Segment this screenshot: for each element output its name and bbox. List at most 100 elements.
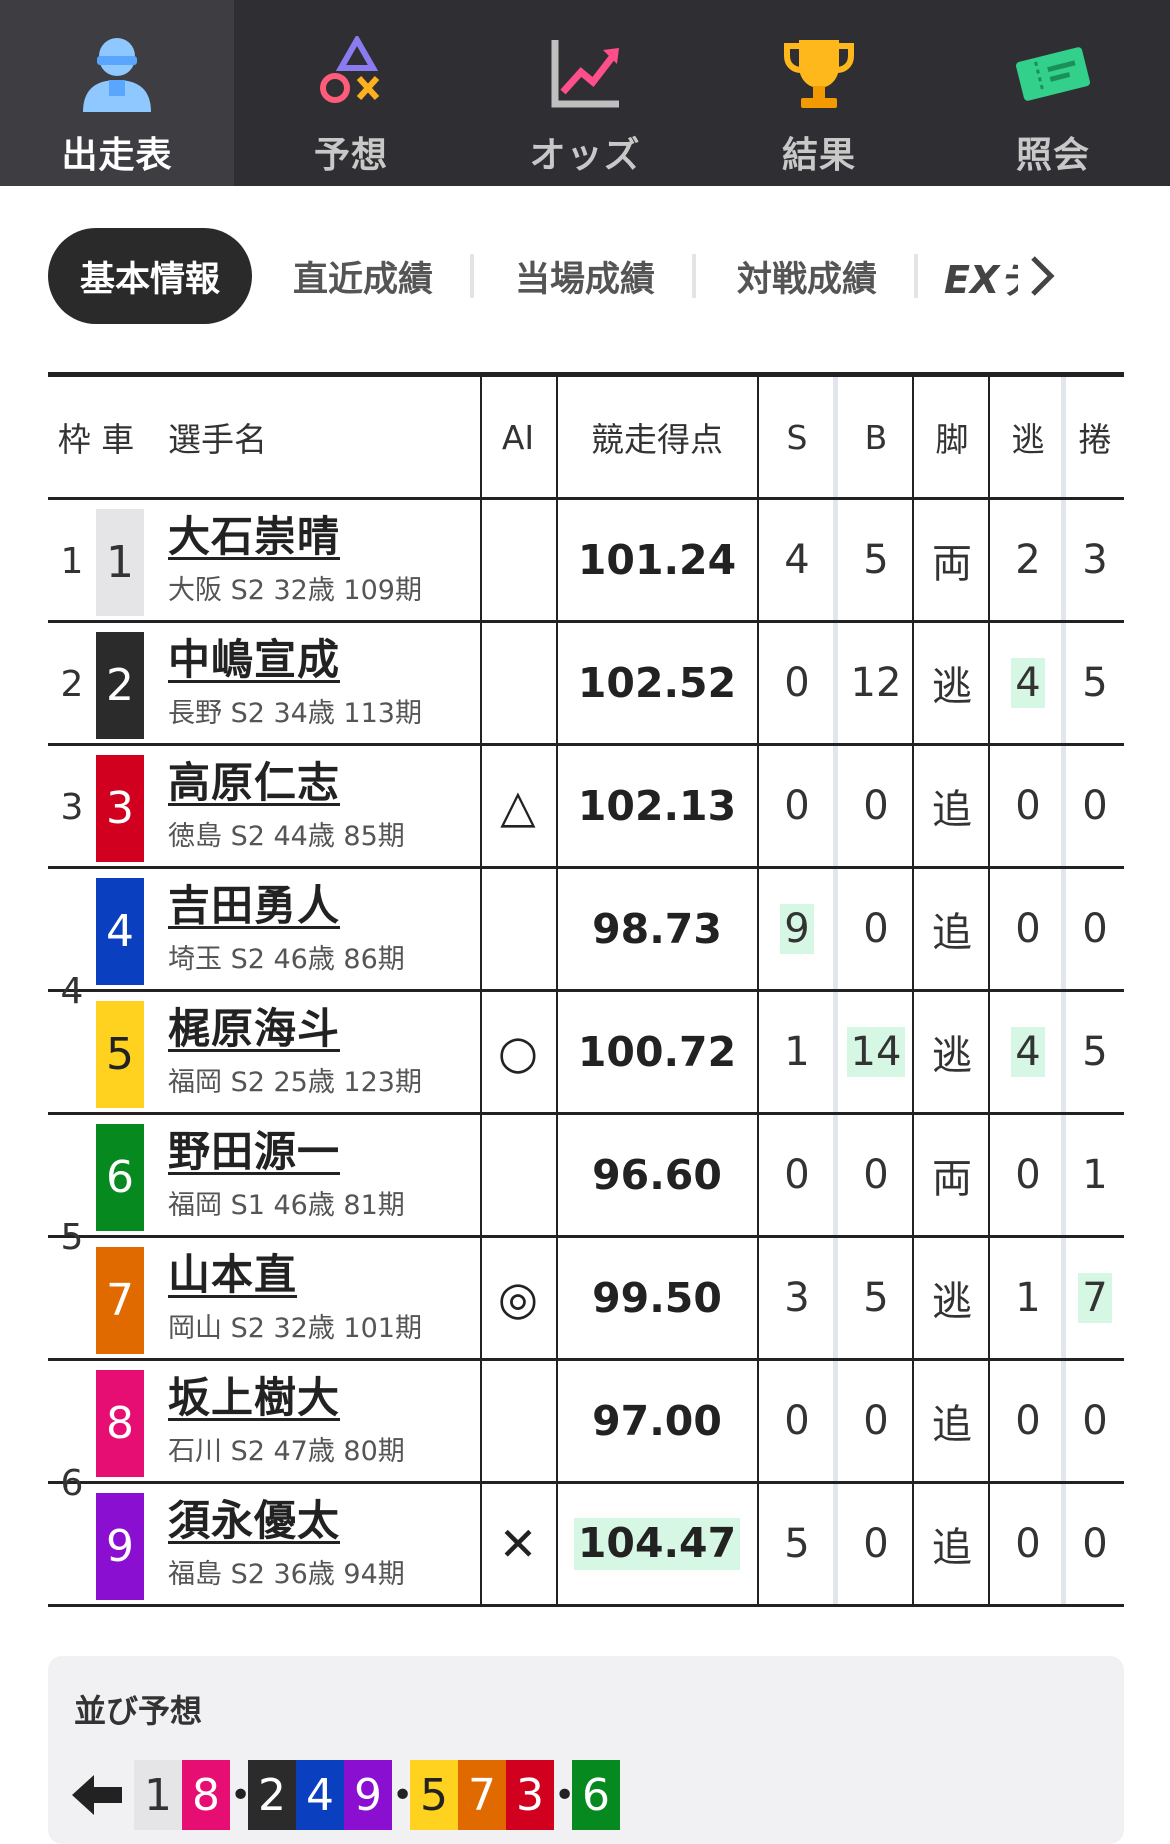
player-name-link[interactable]: 梶原海斗 — [168, 1005, 422, 1054]
ai-mark-cell: △ — [481, 746, 555, 866]
car-number-badge: 9 — [96, 1493, 144, 1600]
b-count: 0 — [863, 783, 889, 829]
nav-tab-shussohyo[interactable]: 出走表 — [0, 0, 234, 186]
s-count: 0 — [784, 1152, 810, 1198]
player-name-link[interactable]: 野田源一 — [168, 1128, 405, 1177]
tab-kihon-joho[interactable]: 基本情報 — [48, 228, 252, 324]
s-count-cell: 3 — [759, 1238, 835, 1358]
b-count-cell: 0 — [838, 1115, 914, 1235]
tab-toba-seiseki[interactable]: 当場成績 — [474, 228, 696, 324]
kyaku-type-cell: 追 — [914, 1484, 990, 1604]
nige-count-cell: 0 — [990, 869, 1066, 989]
kyaku-type-cell: 両 — [914, 1115, 990, 1235]
car-number-badge: 2 — [96, 632, 144, 739]
makuri-count-cell: 0 — [1066, 746, 1124, 866]
narabi-car-badge: 7 — [458, 1760, 506, 1830]
kyaku-type-cell: 両 — [914, 500, 990, 620]
kyaku-type: 追 — [932, 787, 972, 833]
kyaku-type: 両 — [932, 541, 972, 587]
player-cell: 野田源一 福岡 S1 46歳 81期 — [168, 1115, 405, 1235]
group-separator: • — [230, 1774, 252, 1816]
score-value-cell: 98.73 — [557, 869, 757, 989]
ticket-icon — [1013, 36, 1093, 112]
player-name-link[interactable]: 山本直 — [168, 1251, 422, 1300]
ai-mark-cell — [481, 869, 555, 989]
chevron-right-icon[interactable] — [1022, 228, 1062, 324]
makuri-count: 0 — [1082, 906, 1108, 952]
car-number-badge: 6 — [96, 1124, 144, 1231]
nav-tab-odds[interactable]: オッズ — [468, 0, 702, 186]
nige-count: 0 — [1015, 1521, 1041, 1567]
ai-mark-cell: ✕ — [481, 1484, 555, 1604]
nige-count-cell: 2 — [990, 500, 1066, 620]
player-name-link[interactable]: 高原仁志 — [168, 759, 405, 808]
score-value-cell: 101.24 — [557, 500, 757, 620]
player-cell: 山本直 岡山 S2 32歳 101期 — [168, 1238, 422, 1358]
makuri-count: 7 — [1078, 1273, 1112, 1323]
player-info: 岡山 S2 32歳 101期 — [168, 1312, 422, 1344]
s-count-cell: 4 — [759, 500, 835, 620]
tab-chokkin-seiseki[interactable]: 直近成績 — [252, 228, 474, 324]
player-name-link[interactable]: 大石崇晴 — [168, 513, 422, 562]
b-count-cell: 0 — [838, 1361, 914, 1481]
ai-mark: ✕ — [498, 1517, 538, 1571]
b-count-cell: 12 — [838, 623, 914, 743]
player-info: 福島 S2 36歳 94期 — [168, 1558, 405, 1590]
makuri-count-cell: 7 — [1066, 1238, 1124, 1358]
nige-count-cell: 0 — [990, 1361, 1066, 1481]
ai-mark-cell — [481, 1361, 555, 1481]
nige-count-cell: 1 — [990, 1238, 1066, 1358]
nige-count-cell: 4 — [990, 992, 1066, 1112]
chart-up-icon — [545, 36, 625, 112]
player-cell: 高原仁志 徳島 S2 44歳 85期 — [168, 746, 405, 866]
ai-mark-cell: ○ — [481, 992, 555, 1112]
waku-number: 6 — [60, 1463, 84, 1504]
makuri-count-cell: 0 — [1066, 1484, 1124, 1604]
waku-number: 4 — [60, 971, 84, 1012]
nav-tab-label: 照会 — [1015, 135, 1090, 176]
score-value-cell: 102.52 — [557, 623, 757, 743]
player-cell: 梶原海斗 福岡 S2 25歳 123期 — [168, 992, 422, 1112]
car-number-badge: 8 — [96, 1370, 144, 1477]
narabi-car-badge: 3 — [506, 1760, 554, 1830]
tab-ex-data[interactable]: EXデ — [918, 228, 1022, 324]
s-count: 0 — [784, 1398, 810, 1444]
score-value: 102.13 — [577, 782, 737, 830]
nav-tab-kekka[interactable]: 結果 — [702, 0, 936, 186]
nav-tab-yoso[interactable]: 予想 — [234, 0, 468, 186]
player-name-link[interactable]: 坂上樹大 — [168, 1374, 405, 1423]
player-info: 大阪 S2 32歳 109期 — [168, 574, 422, 606]
top-nav: 出走表 予想 オッズ 結果 照会 — [0, 0, 1170, 186]
header-nige: 逃 — [1011, 420, 1045, 459]
kyaku-type-cell: 追 — [914, 746, 990, 866]
b-count: 0 — [863, 1152, 889, 1198]
nige-count-cell: 0 — [990, 1484, 1066, 1604]
kyaku-type: 追 — [932, 1402, 972, 1448]
player-info: 石川 S2 47歳 80期 — [168, 1435, 405, 1467]
car-number-badge: 7 — [96, 1247, 144, 1354]
player-info: 埼玉 S2 46歳 86期 — [168, 943, 405, 975]
score-value-cell: 102.13 — [557, 746, 757, 866]
player-info: 福岡 S2 25歳 123期 — [168, 1066, 422, 1098]
header-score: 競走得点 — [591, 420, 723, 459]
score-value: 98.73 — [592, 905, 722, 953]
narabi-car-badge: 1 — [134, 1760, 182, 1830]
nige-count: 2 — [1015, 537, 1041, 583]
nav-tab-label: オッズ — [529, 135, 641, 176]
waku-number: 1 — [60, 541, 84, 582]
player-cell: 吉田勇人 埼玉 S2 46歳 86期 — [168, 869, 405, 989]
nige-count: 4 — [1011, 658, 1045, 708]
player-name-link[interactable]: 吉田勇人 — [168, 882, 405, 931]
player-name-link[interactable]: 中嶋宣成 — [168, 636, 422, 685]
nav-tab-label: 結果 — [781, 135, 856, 176]
player-name-link[interactable]: 須永優太 — [168, 1497, 405, 1546]
s-count: 0 — [784, 783, 810, 829]
kyaku-type: 追 — [932, 1525, 972, 1571]
tab-taisen-seiseki[interactable]: 対戦成績 — [696, 228, 918, 324]
narabi-car-badge: 5 — [410, 1760, 458, 1830]
narabi-yoso-panel: 並び予想 1 8 • 2 4 9 • 5 7 3 • 6 — [48, 1656, 1124, 1844]
makuri-count: 1 — [1082, 1152, 1108, 1198]
s-count-cell: 0 — [759, 1361, 835, 1481]
nav-tab-shokai[interactable]: 照会 — [936, 0, 1170, 186]
waku-number: 3 — [60, 787, 84, 828]
